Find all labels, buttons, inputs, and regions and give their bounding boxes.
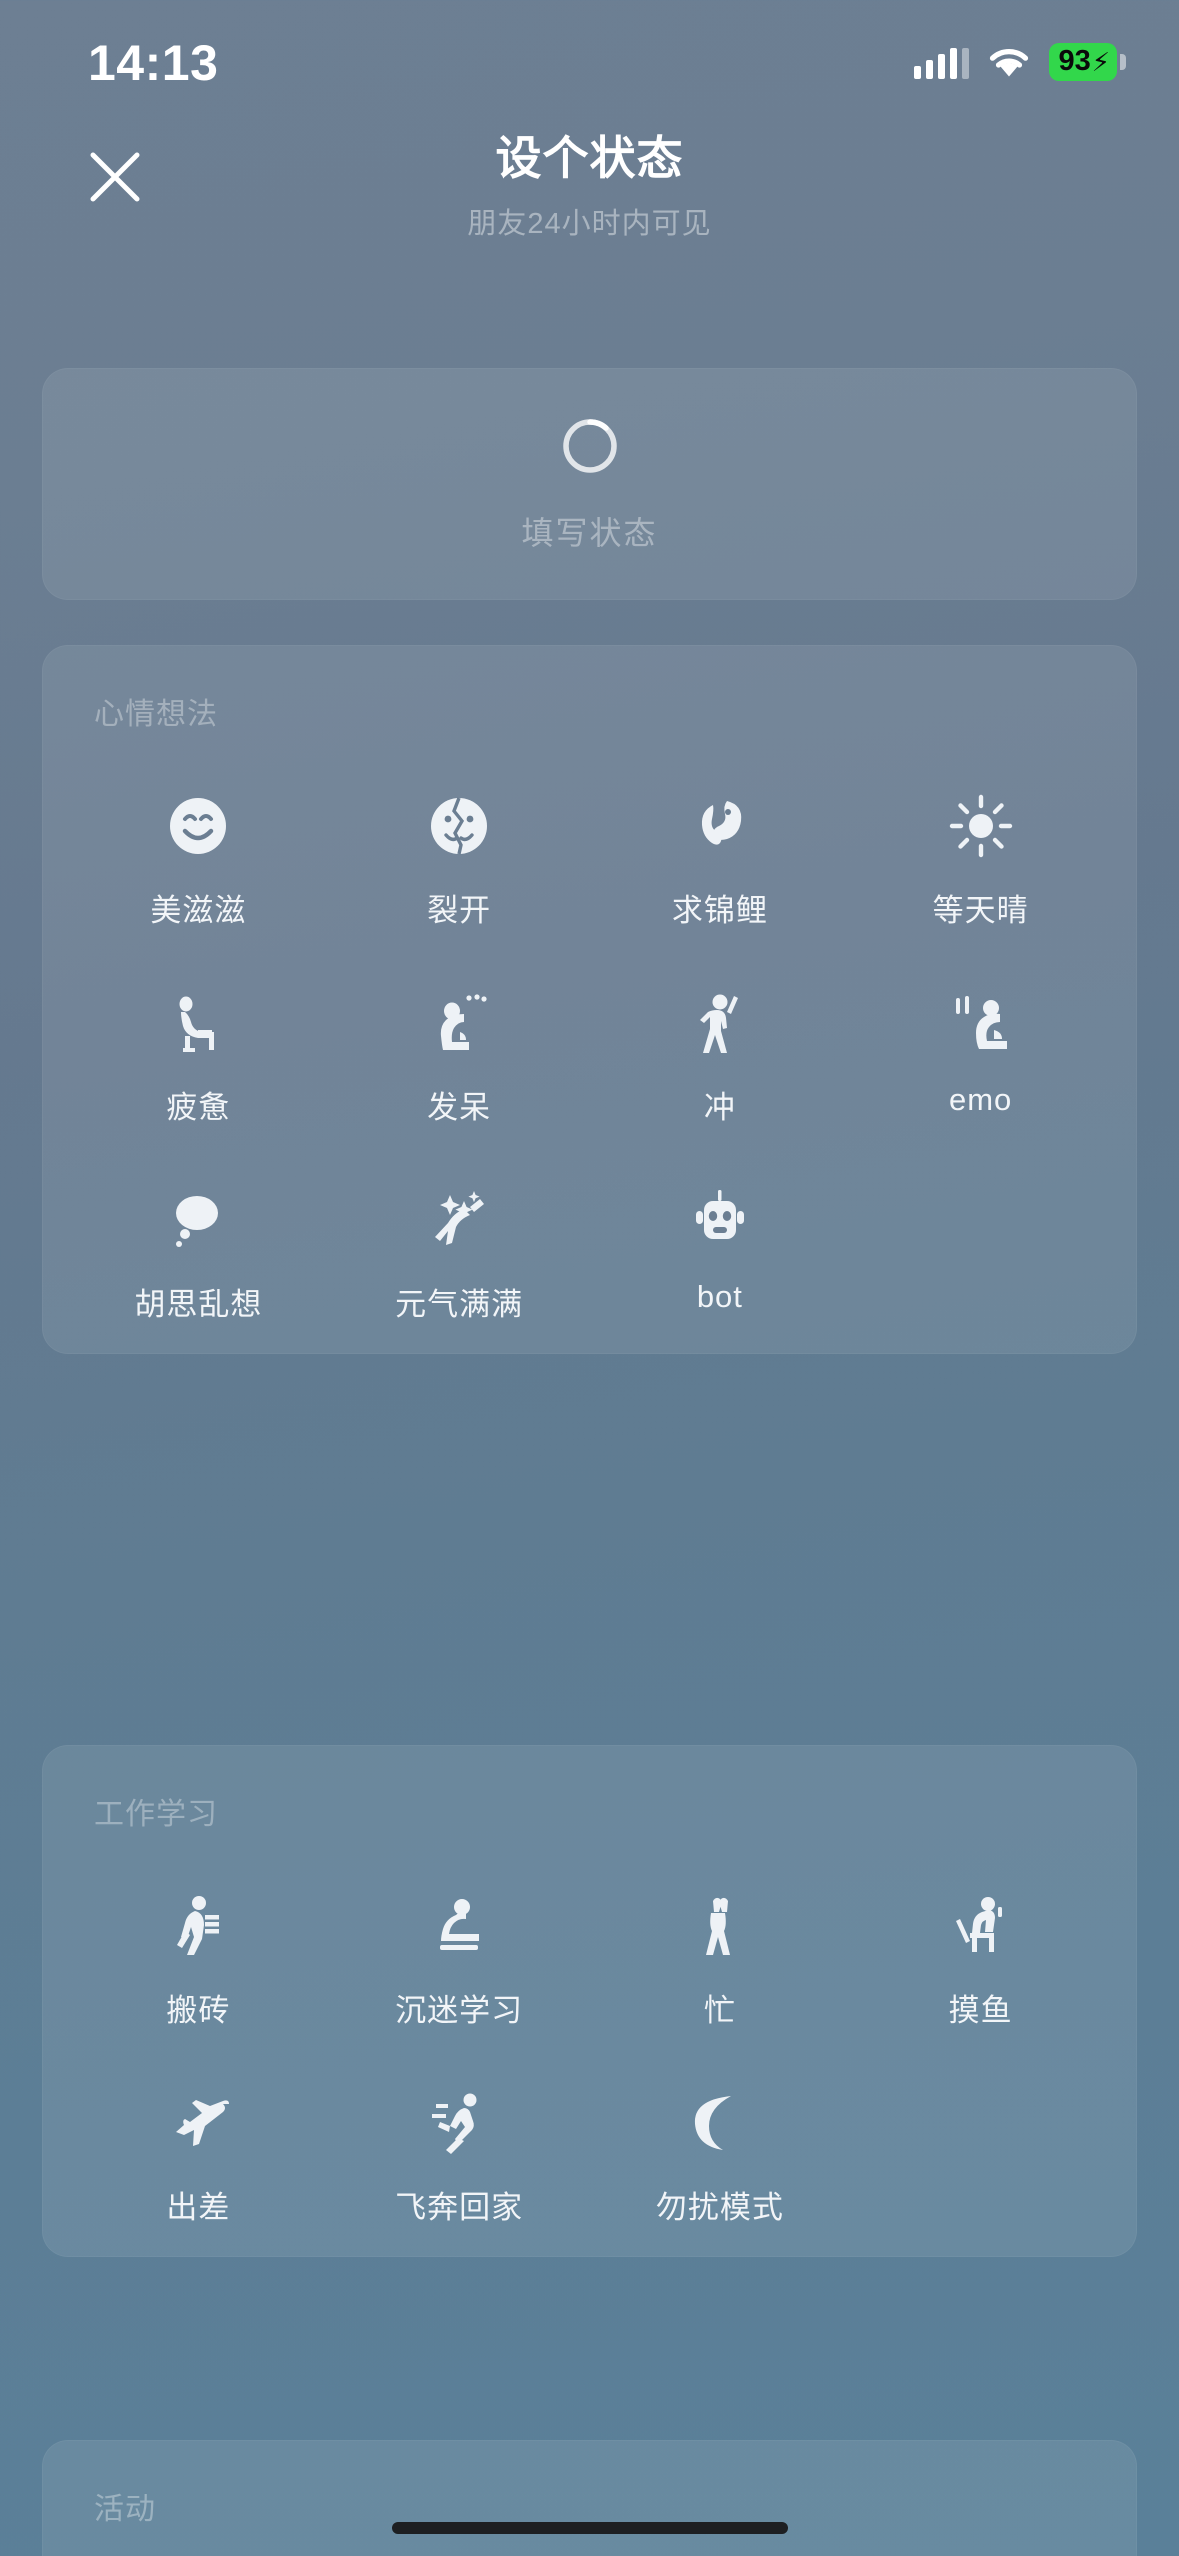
status-option-label: 求锦鲤: [671, 893, 768, 928]
status-option-label: 胡思乱想: [134, 1287, 263, 1322]
status-option-chuchai[interactable]: 出差: [68, 2030, 329, 2227]
page-subtitle: 朋友24小时内可见: [467, 208, 712, 240]
cracked-face-icon: [426, 789, 492, 863]
mood-grid: 美滋滋 裂开 求锦鲤 等天晴 疲惫 发呆 冲 emo 胡思乱想 元气满满 bot: [42, 733, 1137, 1324]
header-titles: 设个状态 朋友24小时内可见: [0, 112, 1179, 242]
status-option-label: 裂开: [427, 893, 492, 928]
page-header: 设个状态 朋友24小时内可见: [0, 112, 1179, 240]
close-icon: [87, 149, 143, 205]
koi-fish-icon: [687, 789, 753, 863]
work-grid: 搬砖 沉迷学习 忙 摸鱼 出差 飞奔回家 勿扰模式: [42, 1833, 1137, 2227]
battery-indicator: 93 ⚡: [1049, 43, 1126, 81]
slumped-person-icon: [165, 986, 231, 1060]
status-bar-indicators: 93 ⚡: [914, 31, 1126, 81]
home-indicator[interactable]: [391, 2522, 788, 2534]
robot-icon: [687, 1183, 753, 1257]
status-option-label: 出差: [166, 2190, 231, 2225]
status-option-label: 飞奔回家: [395, 2190, 524, 2225]
wifi-icon: [987, 45, 1031, 79]
battery-nub: [1120, 54, 1126, 70]
status-option-dengtianqing[interactable]: 等天晴: [850, 733, 1111, 930]
close-button[interactable]: [70, 132, 160, 222]
section-work: 工作学习 搬砖 沉迷学习 忙 摸鱼 出差 飞奔回家 勿扰模式: [0, 1745, 1179, 2257]
status-option-feibenhuijia[interactable]: 飞奔回家: [329, 2030, 590, 2227]
status-ring-icon: [559, 415, 621, 482]
compose-status-card[interactable]: 填写状态: [42, 368, 1137, 600]
status-option-liekai[interactable]: 裂开: [329, 733, 590, 930]
section-activity: 活动: [0, 2440, 1179, 2556]
status-option-label: 发呆: [427, 1090, 492, 1125]
page-title: 设个状态: [495, 132, 684, 184]
status-bar: 14:13 93 ⚡: [0, 0, 1179, 112]
busy-person-icon: [687, 1889, 753, 1963]
status-option-label: 摸鱼: [948, 1993, 1013, 2028]
status-option-yuanqimanman[interactable]: 元气满满: [329, 1127, 590, 1324]
status-option-bot[interactable]: bot: [590, 1127, 851, 1324]
status-option-wurаomoshi[interactable]: 勿扰模式: [590, 2030, 851, 2227]
status-option-label: 忙: [703, 1993, 736, 2028]
airplane-icon: [165, 2086, 231, 2160]
running-person-icon: [426, 2086, 492, 2160]
status-option-label: 搬砖: [166, 1993, 231, 2028]
compose-status-label: 填写状态: [521, 514, 658, 551]
carrying-bricks-icon: [165, 1889, 231, 1963]
battery-level: 93: [1058, 45, 1091, 77]
sun-icon: [948, 789, 1014, 863]
slacking-person-icon: [948, 1889, 1014, 1963]
crescent-moon-icon: [687, 2086, 753, 2160]
status-option-chenmixuexi[interactable]: 沉迷学习: [329, 1833, 590, 2030]
status-option-husiluanxiang[interactable]: 胡思乱想: [68, 1127, 329, 1324]
status-option-banzhuan[interactable]: 搬砖: [68, 1833, 329, 2030]
status-option-label: 元气满满: [395, 1287, 524, 1322]
thought-cloud-icon: [165, 1183, 231, 1257]
cellular-signal-icon: [914, 45, 970, 79]
status-option-moyu[interactable]: 摸鱼: [850, 1833, 1111, 2030]
section-mood: 心情想法 美滋滋 裂开 求锦鲤 等天晴 疲惫 发呆 冲 emo 胡思乱想 元气满…: [0, 645, 1179, 1354]
status-option-label: 疲惫: [166, 1090, 231, 1125]
section-mood-title: 心情想法: [94, 698, 218, 731]
smiling-face-icon: [165, 789, 231, 863]
status-option-label: 等天晴: [932, 893, 1029, 928]
studying-person-icon: [426, 1889, 492, 1963]
status-option-label: emo: [948, 1082, 1013, 1117]
status-bar-time: 14:13: [88, 35, 219, 91]
status-option-label: 美滋滋: [150, 893, 247, 928]
compose-status-section: 填写状态: [0, 368, 1179, 600]
section-activity-card: 活动: [42, 2440, 1137, 2556]
status-option-label: bot: [696, 1279, 743, 1314]
cheering-person-icon: [687, 986, 753, 1060]
sparkle-person-icon: [426, 1183, 492, 1257]
status-option-fadai[interactable]: 发呆: [329, 930, 590, 1127]
daydreaming-person-icon: [426, 986, 492, 1060]
status-option-meizizi[interactable]: 美滋滋: [68, 733, 329, 930]
status-option-label: 勿扰模式: [655, 2190, 784, 2225]
status-option-mang[interactable]: 忙: [590, 1833, 851, 2030]
status-option-qiujinli[interactable]: 求锦鲤: [590, 733, 851, 930]
section-work-card: 工作学习 搬砖 沉迷学习 忙 摸鱼 出差 飞奔回家 勿扰模式: [42, 1745, 1137, 2257]
status-option-chong[interactable]: 冲: [590, 930, 851, 1127]
status-option-emo[interactable]: emo: [850, 930, 1111, 1127]
status-option-pibei[interactable]: 疲惫: [68, 930, 329, 1127]
lightning-bolt-icon: ⚡: [1091, 46, 1110, 77]
status-option-label: 冲: [703, 1090, 736, 1125]
crouching-person-icon: [948, 986, 1014, 1060]
section-mood-card: 心情想法 美滋滋 裂开 求锦鲤 等天晴 疲惫 发呆 冲 emo 胡思乱想 元气满…: [42, 645, 1137, 1354]
section-work-title: 工作学习: [94, 1798, 218, 1831]
status-option-label: 沉迷学习: [395, 1993, 524, 2028]
